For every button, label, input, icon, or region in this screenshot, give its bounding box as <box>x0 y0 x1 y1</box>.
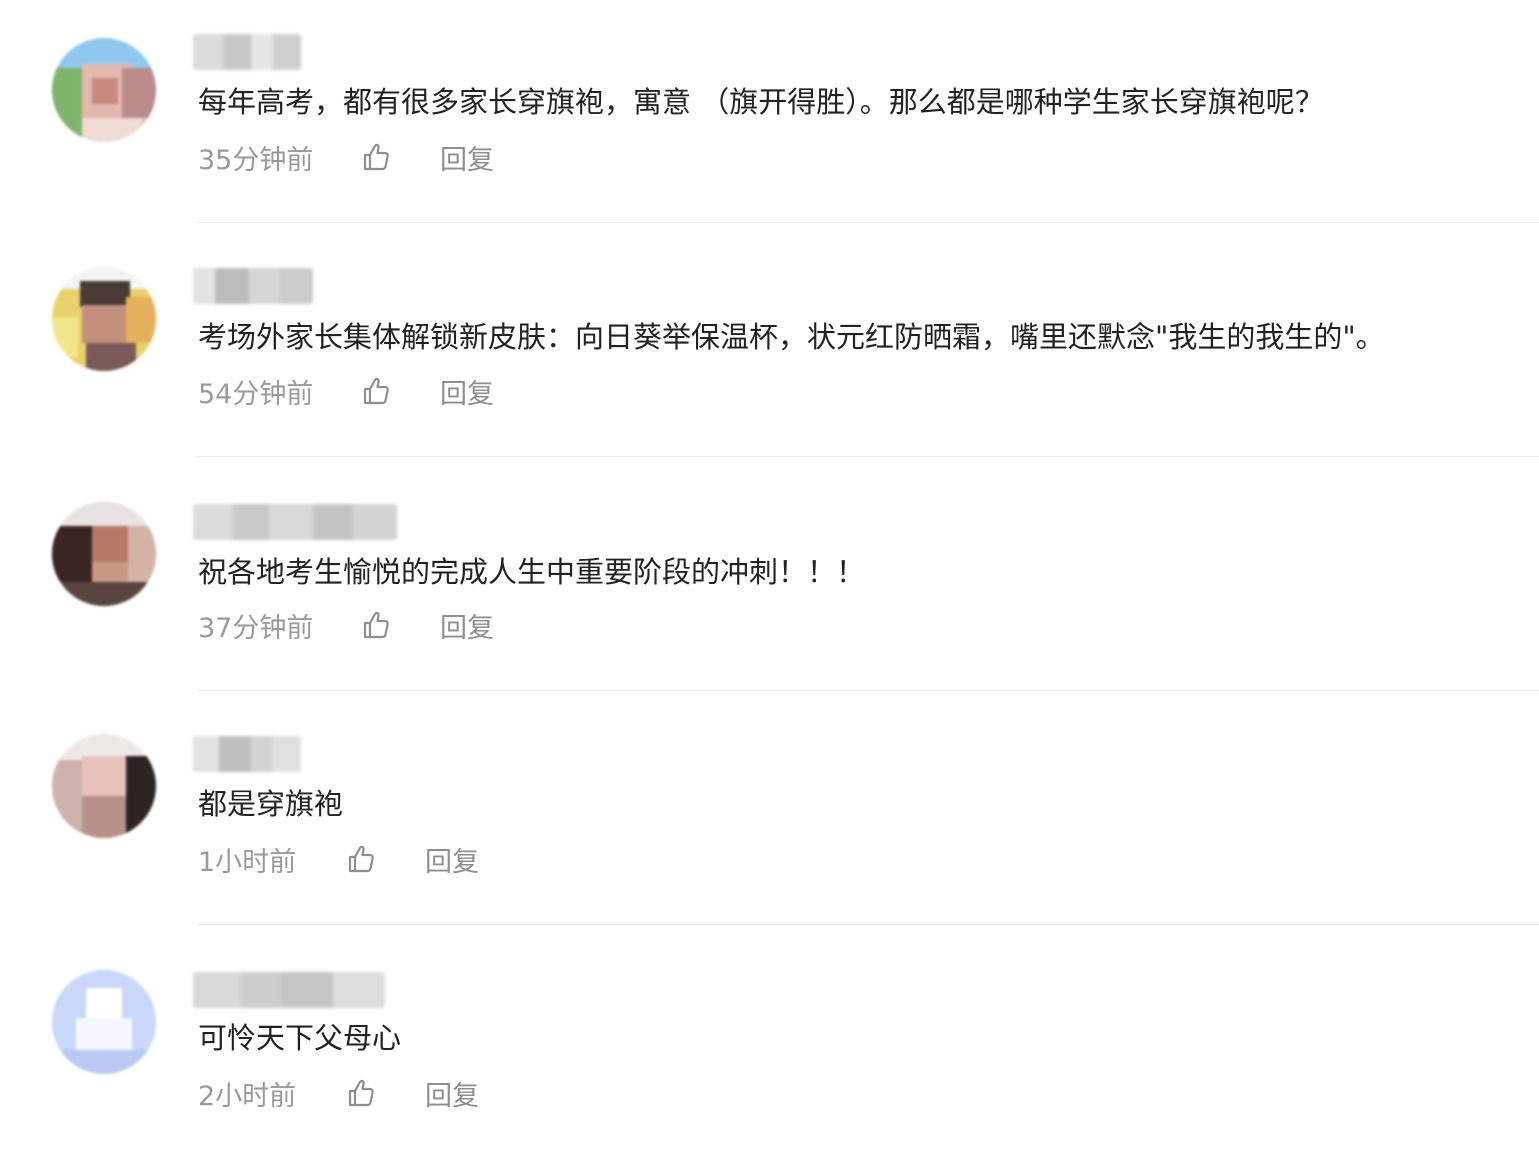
comment-text: 考场外家长集体解锁新皮肤：向日葵举保温杯，状元红防晒霜，嘴里还默念"我生的我生的… <box>198 320 1385 354</box>
username-redacted <box>193 504 397 540</box>
comment-time: 1小时前 <box>198 846 297 878</box>
thumbs-up-icon[interactable] <box>360 140 392 174</box>
divider <box>197 222 1539 223</box>
divider <box>197 456 1539 457</box>
comment-meta: 54分钟前 回复 <box>198 372 494 410</box>
comment-text: 都是穿旗袍 <box>198 787 344 821</box>
thumbs-up-icon[interactable] <box>360 608 392 642</box>
reply-button[interactable]: 回复 <box>440 372 494 411</box>
comment-item: 考场外家长集体解锁新皮肤：向日葵举保温杯，状元红防晒霜，嘴里还默念"我生的我生的… <box>0 234 1539 468</box>
comment-time: 54分钟前 <box>198 378 314 410</box>
comment-text: 每年高考，都有很多家长穿旗袍，寓意 （旗开得胜）。那么都是哪种学生家长穿旗袍呢？ <box>198 85 1324 119</box>
comment-time: 37分钟前 <box>198 612 314 644</box>
avatar[interactable] <box>52 267 156 371</box>
comment-meta: 35分钟前 回复 <box>198 138 494 176</box>
reply-button[interactable]: 回复 <box>440 606 494 645</box>
reply-button[interactable]: 回复 <box>440 138 494 177</box>
comment-meta: 2小时前 回复 <box>198 1074 479 1112</box>
avatar[interactable] <box>52 38 156 142</box>
comment-meta: 37分钟前 回复 <box>198 606 494 644</box>
comment-item: 祝各地考生愉悦的完成人生中重要阶段的冲刺！！！ 37分钟前 回复 <box>0 468 1539 702</box>
username-redacted <box>193 268 313 304</box>
avatar[interactable] <box>52 502 156 606</box>
reply-button[interactable]: 回复 <box>425 840 479 879</box>
comment-item: 可怜天下父母心 2小时前 回复 <box>0 936 1539 1170</box>
thumbs-up-icon[interactable] <box>345 1076 377 1110</box>
avatar[interactable] <box>52 734 156 838</box>
comment-item: 都是穿旗袍 1小时前 回复 <box>0 702 1539 936</box>
comment-text: 可怜天下父母心 <box>198 1021 402 1055</box>
username-redacted <box>193 34 301 70</box>
comment-item: 每年高考，都有很多家长穿旗袍，寓意 （旗开得胜）。那么都是哪种学生家长穿旗袍呢？… <box>0 0 1539 234</box>
divider <box>197 924 1539 925</box>
comment-text: 祝各地考生愉悦的完成人生中重要阶段的冲刺！！！ <box>198 555 866 589</box>
username-redacted <box>193 736 301 772</box>
username-redacted <box>193 972 385 1008</box>
thumbs-up-icon[interactable] <box>345 842 377 876</box>
thumbs-up-icon[interactable] <box>360 374 392 408</box>
comment-time: 35分钟前 <box>198 144 314 176</box>
avatar[interactable] <box>52 970 156 1074</box>
reply-button[interactable]: 回复 <box>425 1074 479 1113</box>
divider <box>197 690 1539 691</box>
comment-time: 2小时前 <box>198 1080 297 1112</box>
comment-meta: 1小时前 回复 <box>198 840 479 878</box>
comment-list: 每年高考，都有很多家长穿旗袍，寓意 （旗开得胜）。那么都是哪种学生家长穿旗袍呢？… <box>0 0 1539 1155</box>
